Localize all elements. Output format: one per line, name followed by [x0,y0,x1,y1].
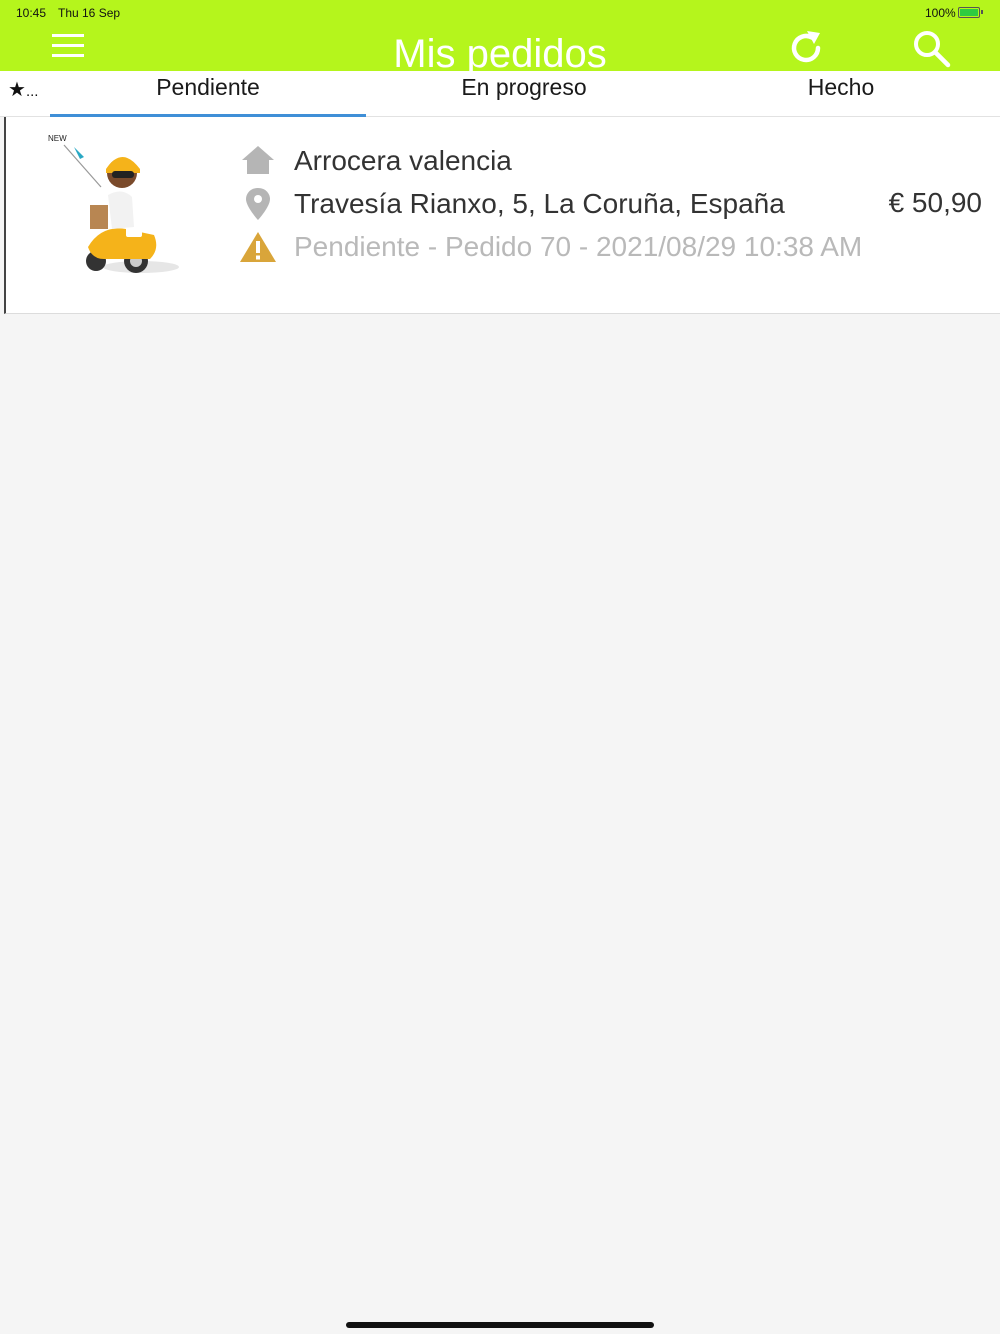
page-title: Mis pedidos [393,32,607,71]
refresh-button[interactable] [785,27,827,69]
more-dots: ... [25,83,39,100]
tab-bar: ★... Pendiente En progreso Hecho [0,71,1000,117]
star-icon: ★ [8,79,26,101]
tab-pendiente[interactable]: Pendiente [50,71,366,116]
delivery-address: Travesía Rianxo, 5, La Coruña, España [294,188,785,219]
status-date: Thu 16 Sep [58,6,121,20]
tab-hecho[interactable]: Hecho [682,71,1000,116]
tab-favorites[interactable]: ★... [8,77,38,102]
battery-icon [958,7,983,18]
delivery-scooter-illustration: NEW [48,134,179,273]
home-icon [242,146,274,174]
order-list-item[interactable]: NEW Arrocera valencia Travesía Rianxo, 5… [4,117,1000,314]
refresh-icon [791,31,821,63]
search-button[interactable] [910,27,952,69]
home-indicator[interactable] [346,1322,654,1328]
status-time: 10:45 [16,6,47,20]
warning-icon [240,232,276,262]
tab-en-progreso[interactable]: En progreso [366,71,682,116]
location-pin-icon [246,188,270,220]
search-icon [914,31,951,68]
order-price: € 50,90 [888,187,982,218]
app-header: 10:45 Thu 16 Sep 100% Mis pedidos [0,0,1000,71]
new-badge: NEW [48,134,67,143]
battery-percent: 100% [925,6,956,20]
order-status: Pendiente - Pedido 70 - 2021/08/29 10:38… [294,231,863,262]
restaurant-name: Arrocera valencia [294,145,512,176]
